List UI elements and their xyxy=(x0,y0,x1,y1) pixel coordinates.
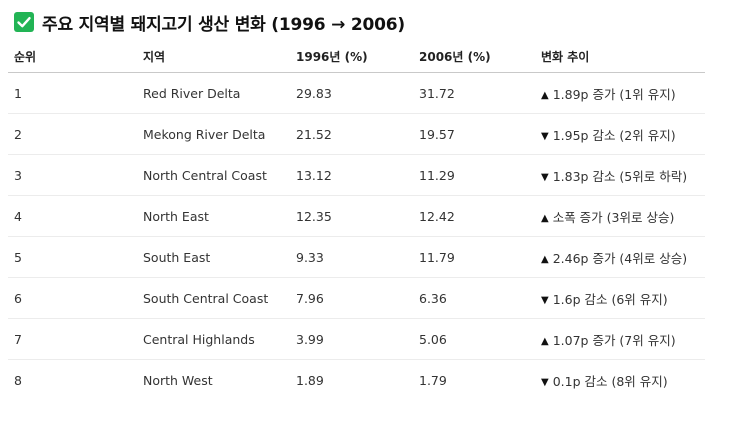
value-1996-cell: 12.35 xyxy=(290,195,413,237)
table-row: 1 Red River Delta 29.83 31.72 ▲ 1.89p 증가 … xyxy=(8,72,705,114)
trend-cell: ▼ 1.83p 감소 (5위로 하락) xyxy=(535,154,705,196)
trend-cell: ▼ 1.95p 감소 (2위 유지) xyxy=(535,113,705,155)
value-1996-cell: 3.99 xyxy=(290,318,413,360)
header-1996: 1996년 (%) xyxy=(290,40,413,73)
trend-cell: ▲ 2.46p 증가 (4위로 상승) xyxy=(535,236,705,278)
header-2006: 2006년 (%) xyxy=(413,40,535,73)
trend-cell: ▲ 소폭 증가 (3위로 상승) xyxy=(535,195,705,237)
region-cell: Mekong River Delta xyxy=(137,113,290,155)
page-title: 주요 지역별 돼지고기 생산 변화 (1996 → 2006) xyxy=(42,14,405,35)
trend-arrow-icon: ▲ xyxy=(541,335,549,347)
region-cell: North Central Coast xyxy=(137,154,290,196)
table-row: 4 North East 12.35 12.42 ▲ 소폭 증가 (3위로 상승) xyxy=(8,195,705,237)
value-1996-cell: 21.52 xyxy=(290,113,413,155)
trend-arrow-icon: ▲ xyxy=(541,89,549,101)
value-1996-cell: 1.89 xyxy=(296,372,324,388)
trend-arrow-icon: ▼ xyxy=(541,376,549,388)
check-icon xyxy=(14,12,34,32)
trend-cell: ▲ 1.89p 증가 (1위 유지) xyxy=(535,72,705,114)
trend-arrow-icon: ▲ xyxy=(541,212,549,224)
region-cell: Central Highlands xyxy=(137,318,290,360)
trend-cell: ▲ 1.07p 증가 (7위 유지) xyxy=(535,318,705,360)
trend-arrow-icon: ▼ xyxy=(541,130,549,142)
trend-cell: ▼ 0.1p 감소 (8위 유지) xyxy=(535,360,705,401)
value-2006-cell: 1.79 xyxy=(419,372,447,388)
header-rank: 순위 xyxy=(8,40,137,73)
rank-cell: 5 xyxy=(8,236,137,278)
table-row: 8 North West 1.89 1.79 ▼ 0.1p 감소 (8위 유지) xyxy=(8,360,705,401)
rank-cell: 3 xyxy=(8,154,137,196)
trend-text: 1.07p 증가 (7위 유지) xyxy=(552,332,676,348)
trend-text: 1.83p 감소 (5위로 하락) xyxy=(552,168,688,184)
header-row: 순위 지역 1996년 (%) 2006년 (%) 변화 추이 xyxy=(8,40,705,73)
value-1996-cell: 9.33 xyxy=(290,236,413,278)
trend-text: 1.95p 감소 (2위 유지) xyxy=(552,127,676,143)
rank-cell: 2 xyxy=(8,113,137,155)
value-2006-cell: 6.36 xyxy=(413,277,535,319)
value-1996-cell: 7.96 xyxy=(290,277,413,319)
trend-arrow-icon: ▼ xyxy=(541,294,549,306)
region-cell: North East xyxy=(137,195,290,237)
value-2006-cell: 12.42 xyxy=(413,195,535,237)
value-1996-cell: 29.83 xyxy=(290,72,413,114)
trend-text: 0.1p 감소 (8위 유지) xyxy=(552,373,668,389)
table-row: 2 Mekong River Delta 21.52 19.57 ▼ 1.95p … xyxy=(8,113,705,155)
rank-cell: 7 xyxy=(8,318,137,360)
trend-text: 1.6p 감소 (6위 유지) xyxy=(552,291,668,307)
rank-cell: 8 xyxy=(14,372,22,388)
region-cell: North West xyxy=(143,372,213,388)
value-2006-cell: 11.79 xyxy=(413,236,535,278)
region-cell: Red River Delta xyxy=(137,72,290,114)
data-table: 순위 지역 1996년 (%) 2006년 (%) 변화 추이 1 Red Ri… xyxy=(8,40,705,400)
trend-text: 2.46p 증가 (4위로 상승) xyxy=(552,250,688,266)
title-row: 주요 지역별 돼지고기 생산 변화 (1996 → 2006) xyxy=(14,9,405,35)
value-2006-cell: 19.57 xyxy=(413,113,535,155)
header-trend: 변화 추이 xyxy=(535,40,705,73)
header-region: 지역 xyxy=(137,40,290,73)
table-row: 3 North Central Coast 13.12 11.29 ▼ 1.83p… xyxy=(8,154,705,196)
trend-text: 1.89p 증가 (1위 유지) xyxy=(552,86,676,102)
trend-text: 소폭 증가 (3위로 상승) xyxy=(552,209,675,225)
trend-arrow-icon: ▼ xyxy=(541,171,549,183)
table-row: 5 South East 9.33 11.79 ▲ 2.46p 증가 (4위로 상… xyxy=(8,236,705,278)
value-2006-cell: 11.29 xyxy=(413,154,535,196)
table-row: 6 South Central Coast 7.96 6.36 ▼ 1.6p 감소… xyxy=(8,277,705,319)
trend-arrow-icon: ▲ xyxy=(541,253,549,265)
rank-cell: 6 xyxy=(8,277,137,319)
value-2006-cell: 31.72 xyxy=(413,72,535,114)
value-1996-cell: 13.12 xyxy=(290,154,413,196)
value-2006-cell: 5.06 xyxy=(413,318,535,360)
trend-cell: ▼ 1.6p 감소 (6위 유지) xyxy=(535,277,705,319)
region-cell: South Central Coast xyxy=(137,277,290,319)
page: 주요 지역별 돼지고기 생산 변화 (1996 → 2006) 순위 지역 19… xyxy=(0,0,731,441)
table-row: 7 Central Highlands 3.99 5.06 ▲ 1.07p 증가 … xyxy=(8,318,705,360)
rank-cell: 4 xyxy=(8,195,137,237)
rank-cell: 1 xyxy=(8,72,137,114)
region-cell: South East xyxy=(137,236,290,278)
